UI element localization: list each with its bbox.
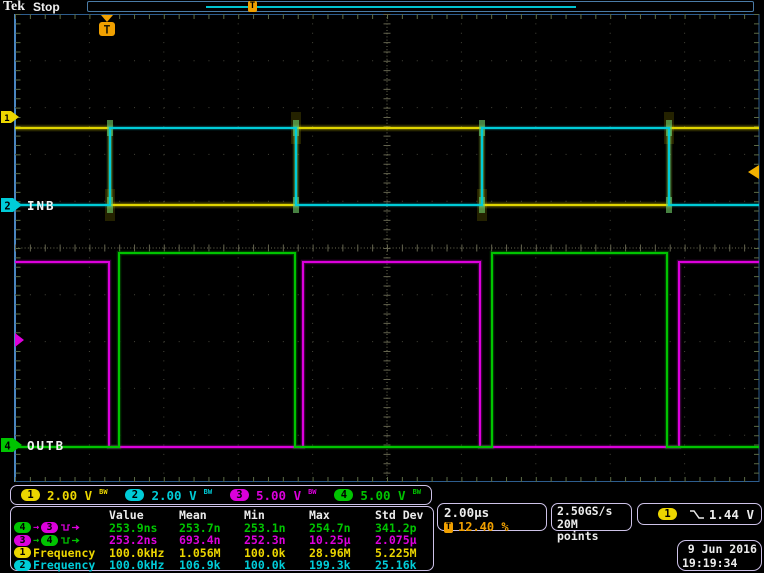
svg-text:4: 4 [4,441,10,453]
ch4-trace-label: OUTB [27,438,65,453]
trigger-source-badge: 1 [658,508,677,520]
ch1-position-marker[interactable]: 1 [1,111,19,124]
ch4-setting[interactable]: 4 5.00 V BW [334,488,421,503]
delay-edges-icon [60,535,81,546]
ch2-position-marker[interactable]: 2 INB [1,198,56,213]
measurements-panel[interactable]: Value Mean Min Max Std Dev 4 → 3 253.9ns… [10,506,434,571]
ch1-scale: 2.00 V [47,488,92,503]
trigger-readout[interactable]: 1 1.44 V [637,503,762,525]
record-view-bar: T [87,1,754,12]
top-status-bar: Tek Stop T [0,0,764,14]
trigger-level-arrow-icon[interactable] [748,165,759,179]
ch3-bandwidth-icon: BW [308,488,316,496]
ch2-trace-label: INB [27,198,56,213]
ch1-bandwidth-icon: BW [99,488,107,496]
waveform-traces [15,112,759,447]
record-trigger-position-icon: T [248,1,257,12]
ch2-badge[interactable]: 2 [125,489,144,501]
measurement-row-ch1-frequency: 1 Frequency 100.0kHz 1.056M 100.0k 28.96… [14,546,433,559]
date: 9 Jun 2016 [682,542,757,556]
ch4-bandwidth-icon: BW [413,488,421,496]
ch3-setting[interactable]: 3 5.00 V BW [230,488,317,503]
trigger-flag-icon: T [104,23,111,37]
graticule-grid [15,14,759,482]
tek-logo: Tek [3,0,25,15]
measurement-row-delay-3-4: 3 → 4 253.2ns 693.4n 252.3n 10.25µ 2.075… [14,533,433,546]
horizontal-position: 12.40 % [458,520,509,534]
readout-area: 1 2.00 V BW 2 2.00 V BW 3 5.00 V BW 4 5.… [0,482,764,573]
ch3-scale: 5.00 V [256,488,301,503]
ch3-badge[interactable]: 3 [230,489,249,501]
ch2-scale: 2.00 V [151,488,196,503]
falling-edge-icon [689,509,705,520]
horizontal-scale: 2.00µs [444,505,540,520]
datetime-readout: 9 Jun 2016 19:19:34 [677,540,762,571]
time: 19:19:34 [682,556,757,570]
record-length: 20M points [557,518,626,543]
ch3-position-marker[interactable] [15,333,24,347]
acquisition-readout[interactable]: 2.50GS/s 20M points [551,503,632,531]
acquisition-status: Stop [33,0,60,14]
oscilloscope-screen: Tek Stop T T 1 2 INB 4 OU [0,0,764,573]
ch1-setting[interactable]: 1 2.00 V BW [21,488,108,503]
channel-settings-bar[interactable]: 1 2.00 V BW 2 2.00 V BW 3 5.00 V BW 4 5.… [10,485,432,505]
delay-edges-icon [60,522,81,533]
ch1-badge[interactable]: 1 [21,489,40,501]
ch2-setting[interactable]: 2 2.00 V BW [125,488,212,503]
measurement-row-ch2-frequency: 2 Frequency 100.0kHz 106.9k 100.0k 199.3… [14,558,433,571]
trigger-level: 1.44 V [705,507,754,522]
trigger-position-flag[interactable]: T [99,15,115,37]
ch2-bandwidth-icon: BW [204,488,212,496]
ch4-scale: 5.00 V [360,488,405,503]
horizontal-readout[interactable]: 2.00µs T 12.40 % [437,503,547,531]
svg-text:2: 2 [4,201,10,213]
sample-rate: 2.50GS/s [557,505,626,518]
horizontal-trigger-icon: T [444,522,453,533]
measurements-header-row: Value Mean Min Max Std Dev [14,508,433,521]
svg-text:1: 1 [4,114,9,124]
ch4-badge[interactable]: 4 [334,489,353,501]
measurement-row-delay-4-3: 4 → 3 253.9ns 253.7n 253.1n 254.7n 341.2… [14,521,433,534]
graticule: T 1 2 INB 4 OUTB [0,14,764,482]
ch4-position-marker[interactable]: 4 OUTB [1,438,65,453]
record-waveform-indicator [206,6,576,8]
